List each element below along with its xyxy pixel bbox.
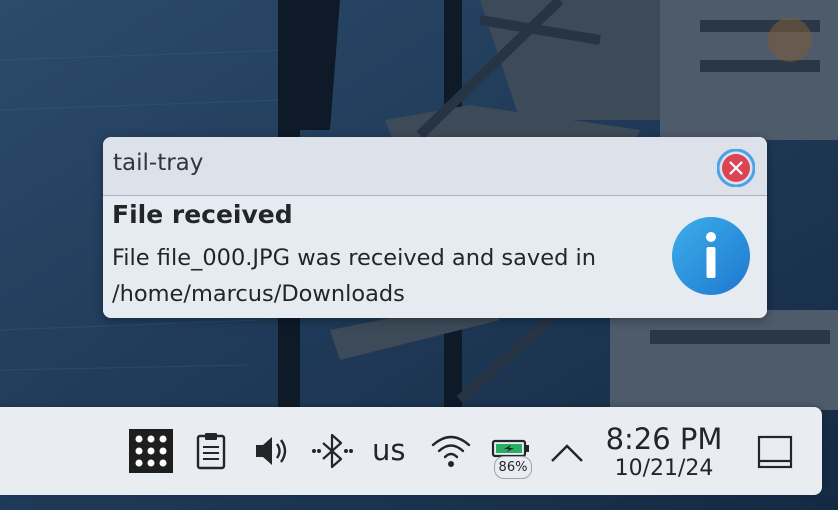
battery-indicator[interactable]: 86% [490, 438, 536, 480]
keyboard-layout-indicator[interactable]: us [372, 433, 406, 467]
notification-app-name: tail-tray [113, 150, 204, 176]
notification-popup[interactable]: tail-tray File received File file_000.JP… [103, 137, 767, 318]
notification-body: File received File file_000.JPG was rece… [103, 196, 767, 318]
digital-clock[interactable]: 8:26 PM 10/21/24 [598, 423, 730, 483]
chevron-up-icon[interactable] [549, 439, 585, 467]
show-desktop-icon[interactable] [756, 434, 794, 472]
notification-message: File file_000.JPG was received and saved… [112, 245, 597, 307]
information-icon [671, 216, 751, 296]
notification-title: File received [112, 200, 293, 229]
volume-icon[interactable] [252, 431, 292, 471]
clock-time: 8:26 PM [605, 422, 723, 456]
clock-date: 10/21/24 [614, 456, 714, 481]
taskbar-panel: us 86% 8:26 PM 10/21/24 [0, 407, 822, 495]
bluetooth-icon[interactable] [306, 431, 358, 471]
close-icon[interactable] [717, 149, 755, 187]
clipboard-icon[interactable] [193, 431, 229, 471]
battery-percent-label: 86% [494, 456, 532, 479]
app-launcher-icon[interactable] [129, 429, 173, 473]
wifi-icon[interactable] [430, 431, 472, 471]
notification-header: tail-tray [103, 137, 767, 196]
